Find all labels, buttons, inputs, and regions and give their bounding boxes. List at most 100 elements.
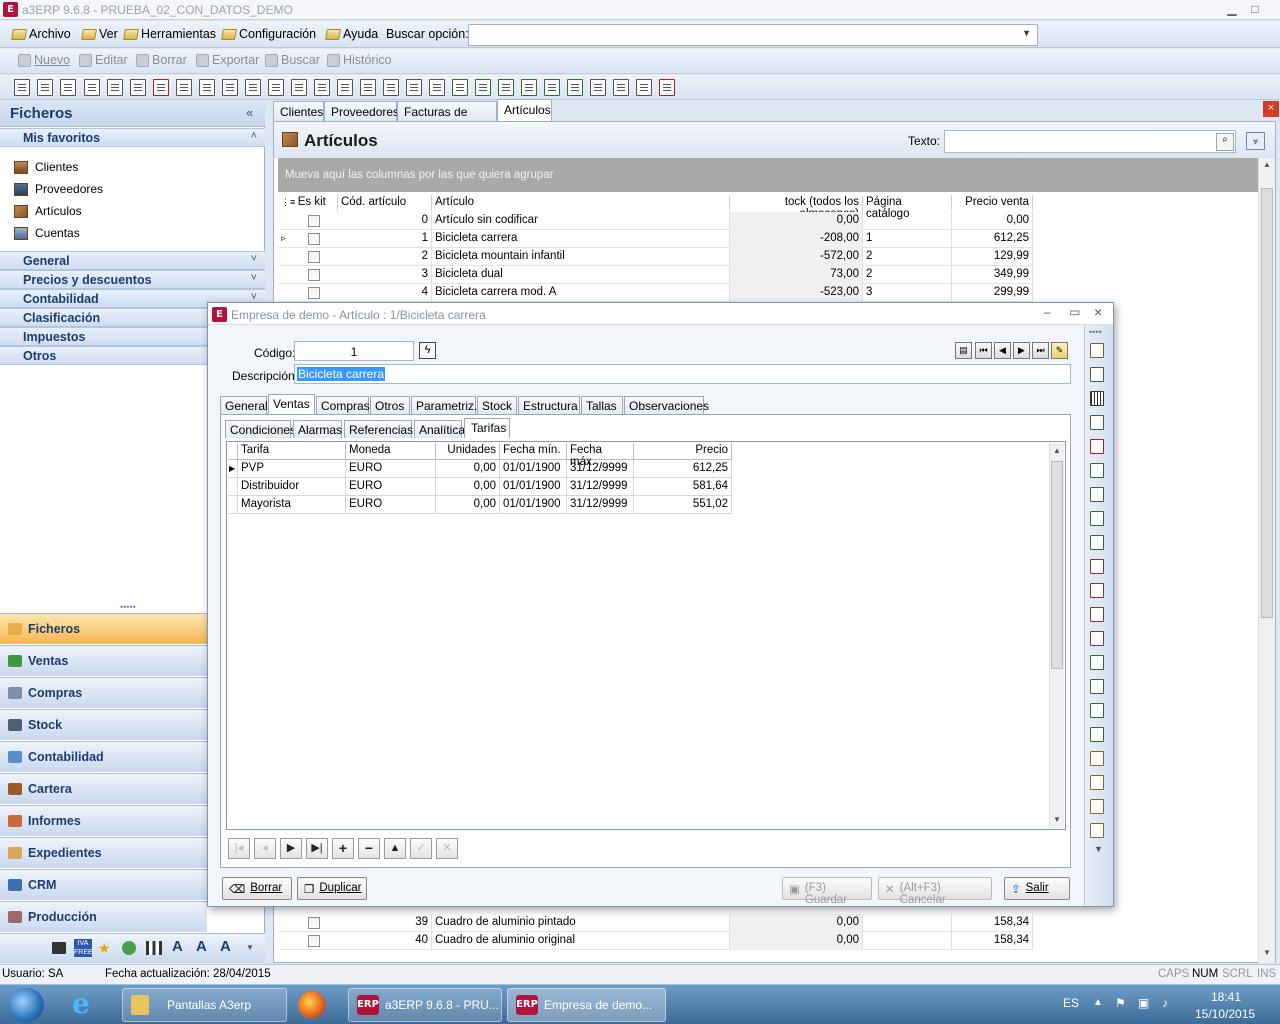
table-row[interactable]: 4 Bicicleta carrera mod. A -523,00 3 299… [278, 284, 1033, 302]
doc-green-icon[interactable] [1090, 679, 1104, 694]
tab-articulos[interactable]: Artículos [497, 99, 552, 121]
search-icon[interactable]: ⌕ [1216, 133, 1234, 151]
shortcut-icon[interactable] [245, 79, 261, 96]
history-button[interactable]: Histórico [327, 53, 392, 67]
gcol-moneda[interactable]: Moneda [346, 443, 436, 460]
duplicate-button[interactable]: ❐ Duplicar [297, 877, 367, 900]
grid-cancel-button[interactable]: ✕ [436, 838, 458, 859]
dialog-delete-button[interactable]: ⌫ Borrar [222, 877, 292, 900]
shortcut-icon[interactable] [567, 79, 583, 96]
volume-icon[interactable]: ♪ [1162, 996, 1168, 1010]
a3-icon[interactable]: A [220, 938, 231, 955]
delete-doc-icon[interactable] [1090, 439, 1104, 454]
shortcut-icon[interactable] [314, 79, 330, 96]
menu-configuracion[interactable]: Configuración [221, 27, 316, 41]
expand-search-icon[interactable]: ⩔ [1246, 132, 1265, 150]
menu-herramientas[interactable]: Herramientas [123, 27, 216, 41]
a3-icon[interactable]: A [196, 938, 207, 955]
network-icon[interactable]: ▣ [1138, 996, 1149, 1010]
find-icon[interactable] [1090, 367, 1104, 382]
shortcut-icon[interactable] [360, 79, 376, 96]
splitter-grip[interactable]: ••••• [120, 602, 136, 612]
doc-icon[interactable] [1090, 559, 1104, 574]
dtab-tallas[interactable]: Tallas [581, 396, 623, 414]
col-es-kit[interactable]: ⋮≡ Es kit [278, 195, 338, 211]
col-pagina[interactable]: Página catálogo [863, 195, 952, 220]
doc-icon[interactable] [1090, 583, 1104, 598]
nav-ficheros[interactable]: Ficheros [0, 613, 207, 644]
subtab-tarifas[interactable]: Tarifas [464, 418, 510, 438]
task-empresa[interactable]: ERP Empresa de demo... [507, 988, 666, 1022]
tab-facturas[interactable]: Facturas de venta [397, 101, 497, 133]
col-stock[interactable]: tock (todos los almacenes) [730, 195, 863, 220]
grid-prev-button[interactable]: ◂ [254, 838, 276, 859]
doc-yellow-icon[interactable] [1090, 775, 1104, 790]
nav-expedientes[interactable]: Expedientes [0, 837, 207, 868]
col-precio[interactable]: Precio venta [952, 195, 1033, 211]
tab-proveedores[interactable]: Proveedores [324, 101, 399, 121]
col-articulo[interactable]: Artículo [432, 195, 730, 211]
list-scrollbar[interactable]: ▲ ▼ [1258, 158, 1275, 963]
doc-green-icon[interactable] [1090, 487, 1104, 502]
minimize-icon[interactable]: – [1044, 305, 1051, 319]
shortcut-icon[interactable] [544, 79, 560, 96]
doc-yellow-icon[interactable] [1090, 799, 1104, 814]
doc-green-icon[interactable] [1090, 655, 1104, 670]
shortcut-icon[interactable] [337, 79, 353, 96]
tab-clientes[interactable]: Clientes [273, 101, 324, 121]
grid-scrollbar[interactable]: ▲ ▼ [1049, 443, 1064, 828]
shortcut-icon[interactable] [383, 79, 399, 96]
dtab-ventas[interactable]: Ventas [268, 394, 315, 414]
doc-icon[interactable] [1090, 607, 1104, 622]
shortcut-icon[interactable] [14, 79, 30, 96]
table-row[interactable]: ▹ 1 Bicicleta carrera -208,00 1 612,25 [278, 230, 1033, 248]
gcol-tarifa[interactable]: Tarifa [238, 443, 346, 460]
table-row[interactable]: 39 Cuadro de aluminio pintado 0,00 158,3… [278, 914, 1033, 932]
shortcut-icon[interactable] [37, 79, 53, 96]
barcode-icon[interactable] [1090, 391, 1104, 406]
next-record-icon[interactable]: ▶ [1013, 342, 1030, 359]
grid-add-button[interactable]: + [332, 838, 354, 859]
start-button[interactable] [8, 988, 44, 1022]
a3-icon[interactable]: A [172, 938, 183, 955]
codigo-input[interactable]: 1 [294, 341, 414, 361]
nav-stock[interactable]: Stock [0, 709, 207, 740]
monitor-icon[interactable] [52, 942, 66, 954]
shield-icon[interactable] [122, 941, 136, 955]
gcol-fmin[interactable]: Fecha mín. [500, 443, 567, 460]
clock-date[interactable]: 15/10/2015 [1195, 1007, 1255, 1021]
doc-yellow-icon[interactable] [1090, 751, 1104, 766]
subtab-analitica[interactable]: Analítica [414, 420, 465, 438]
fav-proveedores[interactable]: Proveedores [14, 182, 103, 196]
star-icon[interactable]: ★ [98, 940, 111, 957]
shortcut-icon[interactable] [636, 79, 652, 96]
table-row[interactable]: 2 Bicicleta mountain infantil -572,00 2 … [278, 248, 1033, 266]
close-icon[interactable]: × [1094, 304, 1102, 320]
scroll-thumb[interactable] [1051, 461, 1063, 669]
dtab-parametriz[interactable]: Parametriz. [411, 396, 477, 414]
grid-first-button[interactable]: |◂ [228, 838, 250, 859]
kit-checkbox[interactable] [308, 215, 320, 227]
dtab-otros[interactable]: Otros [370, 396, 410, 414]
shortcut-icon[interactable] [84, 79, 100, 96]
shortcut-icon[interactable] [452, 79, 468, 96]
doc-green-icon[interactable] [1090, 535, 1104, 550]
chevron-down-icon[interactable]: ▼ [1022, 28, 1031, 38]
grid-last-button[interactable]: ▶| [306, 838, 328, 859]
close-tab-icon[interactable]: × [1263, 101, 1279, 117]
kit-checkbox[interactable] [308, 233, 320, 245]
find-button[interactable]: Buscar [265, 53, 320, 67]
col-codigo[interactable]: Cód. artículo [338, 195, 432, 211]
edit-button[interactable]: Editar [79, 53, 128, 67]
article-icon[interactable] [1090, 343, 1104, 358]
task-a3erp[interactable]: ERP a3ERP 9.6.8 - PRU... [348, 988, 502, 1022]
shortcut-icon[interactable] [498, 79, 514, 96]
lightning-icon[interactable]: ϟ [419, 342, 436, 359]
zoom-record-icon[interactable]: ▤ [955, 342, 972, 359]
exit-button[interactable]: ⇪ Salir [1004, 877, 1070, 900]
firefox-icon[interactable] [298, 991, 326, 1019]
grid-next-button[interactable]: ▶ [280, 838, 302, 859]
subtab-condiciones[interactable]: Condiciones [225, 420, 296, 438]
dtab-stock[interactable]: Stock [477, 396, 517, 414]
ie-icon[interactable]: e [72, 990, 104, 1020]
